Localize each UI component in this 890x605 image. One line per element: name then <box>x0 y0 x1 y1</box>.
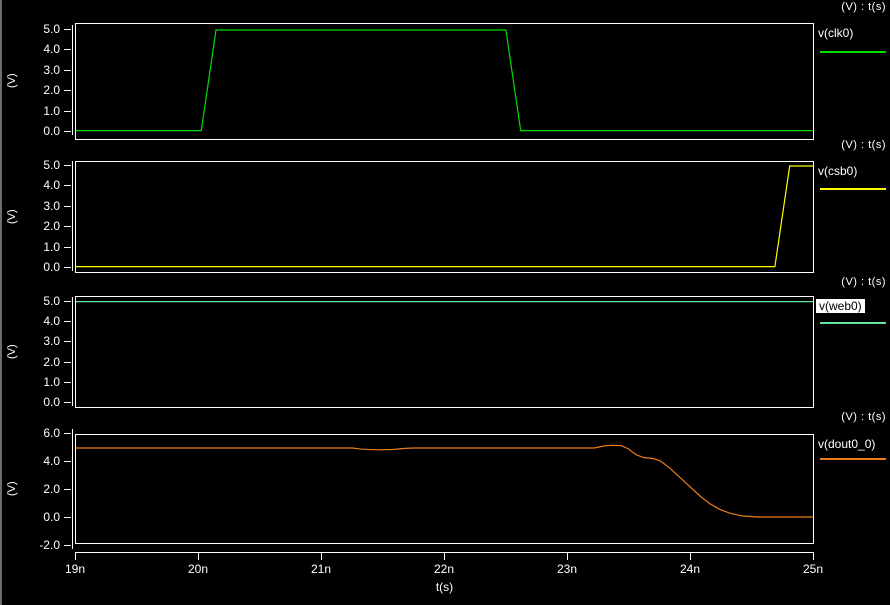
y-tick-mark <box>64 247 71 248</box>
y-tick-label: 4.0 <box>0 315 60 327</box>
y-tick-label: 0.0 <box>0 511 60 523</box>
y-tick-label: 3.0 <box>0 64 60 76</box>
y-tick-mark <box>64 267 71 268</box>
plot4-axes-header: (V) : t(s) <box>841 411 886 423</box>
y-tick-label: -2.0 <box>0 539 60 551</box>
x-tick-mark <box>690 553 691 560</box>
y-tick-label: 2.0 <box>0 483 60 495</box>
y-tick-mark <box>64 111 71 112</box>
clk0-trace <box>76 24 813 139</box>
plot1-axes-header: (V) : t(s) <box>841 1 886 13</box>
y-tick-mark <box>64 70 71 71</box>
web0-trace <box>76 297 813 407</box>
y-tick-label: 5.0 <box>0 295 60 307</box>
y-tick-label: 2.0 <box>0 220 60 232</box>
y-tick-mark <box>64 362 71 363</box>
x-tick-label: 20n <box>176 562 220 576</box>
y-tick-mark <box>64 90 71 91</box>
y-tick-label: 1.0 <box>0 105 60 117</box>
y-tick-label: 3.0 <box>0 335 60 347</box>
y-tick-mark <box>64 185 71 186</box>
y-tick-mark <box>64 489 71 490</box>
y-tick-mark <box>64 402 71 403</box>
plot3-y-unit-label: (V) <box>6 322 22 382</box>
x-tick-label: 23n <box>545 562 589 576</box>
x-tick-mark <box>444 553 445 560</box>
y-tick-mark <box>64 517 71 518</box>
legend-swatch-csb0 <box>820 188 886 190</box>
y-tick-label: 4.0 <box>0 43 60 55</box>
x-tick-label: 21n <box>299 562 343 576</box>
y-tick-label: 4.0 <box>0 455 60 467</box>
x-tick-label: 22n <box>422 562 466 576</box>
legend-signal-clk0[interactable]: v(clk0) <box>818 26 853 40</box>
x-axis-title: t(s) <box>75 580 814 594</box>
legend-signal-web0[interactable]: v(web0) <box>816 299 865 313</box>
y-tick-label: 0.0 <box>0 261 60 273</box>
y-tick-label: 0.0 <box>0 125 60 137</box>
y-tick-label: 0.0 <box>0 396 60 408</box>
plot3-axes-header: (V) : t(s) <box>841 276 886 288</box>
y-tick-label: 5.0 <box>0 23 60 35</box>
legend-swatch-web0 <box>820 322 886 324</box>
y-tick-mark <box>64 131 71 132</box>
y-tick-label: 3.0 <box>0 200 60 212</box>
legend-swatch-clk0 <box>820 51 886 53</box>
csb0-trace <box>76 162 813 272</box>
y-axis-ruler <box>72 161 73 271</box>
y-tick-mark <box>64 226 71 227</box>
y-axis-ruler <box>72 25 73 135</box>
y-tick-mark <box>64 29 71 30</box>
plot4-canvas-dout0_0[interactable] <box>75 434 814 544</box>
plot1-y-unit-label: (V) <box>6 51 22 111</box>
y-tick-label: 4.0 <box>0 179 60 191</box>
dout0_0-trace <box>76 435 813 543</box>
y-tick-mark <box>64 433 71 434</box>
y-tick-label: 2.0 <box>0 356 60 368</box>
y-tick-mark <box>64 545 71 546</box>
legend-swatch-dout0_0 <box>820 458 886 460</box>
y-axis-ruler <box>72 297 73 406</box>
plot2-canvas-csb0[interactable] <box>75 161 814 273</box>
x-tick-mark <box>75 553 76 560</box>
y-tick-mark <box>64 382 71 383</box>
y-tick-label: 2.0 <box>0 84 60 96</box>
legend-signal-dout0_0[interactable]: v(dout0_0) <box>818 437 875 451</box>
plot2-y-unit-label: (V) <box>6 187 22 247</box>
x-tick-label: 19n <box>53 562 97 576</box>
plot1-canvas-clk0[interactable] <box>75 23 814 140</box>
y-tick-label: 1.0 <box>0 241 60 253</box>
y-tick-mark <box>64 206 71 207</box>
x-tick-label: 25n <box>791 562 835 576</box>
y-tick-mark <box>64 301 71 302</box>
y-tick-mark <box>64 461 71 462</box>
y-tick-mark <box>64 49 71 50</box>
x-tick-mark <box>198 553 199 560</box>
y-axis-ruler <box>72 429 73 549</box>
plot3-canvas-web0[interactable] <box>75 296 814 408</box>
y-tick-label: 6.0 <box>0 427 60 439</box>
y-tick-mark <box>64 165 71 166</box>
x-tick-label: 24n <box>668 562 712 576</box>
y-tick-mark <box>64 321 71 322</box>
x-tick-mark <box>567 553 568 560</box>
y-tick-label: 1.0 <box>0 376 60 388</box>
x-tick-mark <box>813 553 814 560</box>
plot2-axes-header: (V) : t(s) <box>841 139 886 151</box>
y-tick-label: 5.0 <box>0 159 60 171</box>
legend-signal-csb0[interactable]: v(csb0) <box>818 164 857 178</box>
waveform-viewer: (V) : t(s) (V) v(clk0) (V) : t(s) (V) v(… <box>0 0 890 605</box>
x-tick-mark <box>321 553 322 560</box>
y-tick-mark <box>64 341 71 342</box>
